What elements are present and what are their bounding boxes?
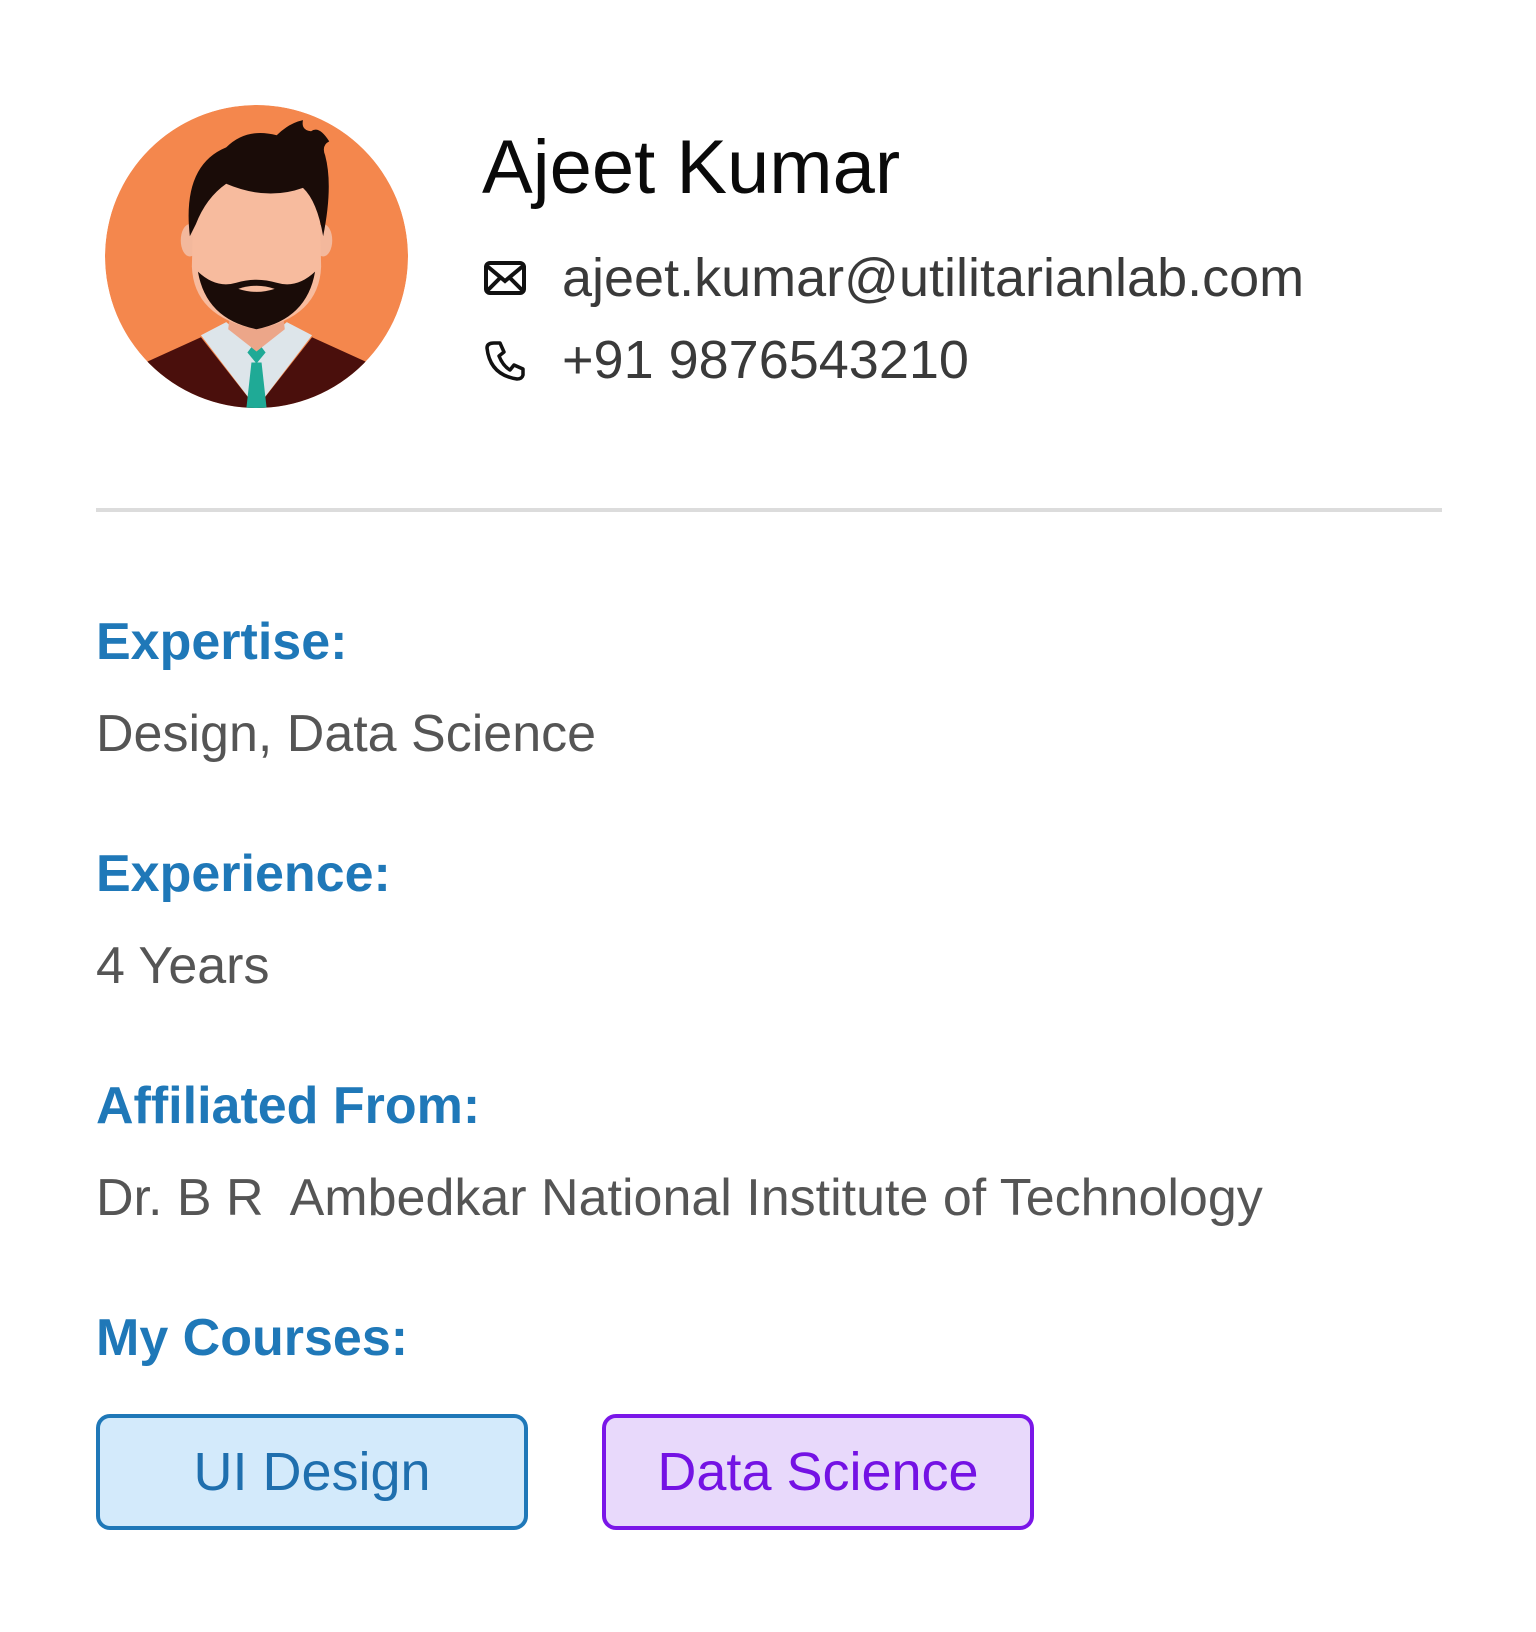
profile-card: Ajeet Kumar ajeet.kumar@utilitarianlab.c… (0, 0, 1536, 1632)
phone-link[interactable]: +91 9876543210 (562, 325, 969, 395)
divider (96, 508, 1442, 512)
envelope-icon (482, 255, 528, 301)
email-row: ajeet.kumar@utilitarianlab.com (482, 243, 1304, 313)
email-link[interactable]: ajeet.kumar@utilitarianlab.com (562, 243, 1304, 313)
expertise-value: Design, Data Science (96, 705, 597, 763)
phone-icon (482, 337, 528, 383)
course-chip-data-science[interactable]: Data Science (602, 1414, 1034, 1530)
courses-label: My Courses: (96, 1309, 409, 1367)
affiliation-value: Dr. B R Ambedkar National Institute of T… (96, 1169, 1263, 1227)
course-chip-ui-design[interactable]: UI Design (96, 1414, 528, 1530)
avatar (105, 105, 408, 408)
profile-name: Ajeet Kumar (482, 125, 901, 210)
affiliation-label: Affiliated From: (96, 1077, 481, 1135)
man-with-beard-avatar-icon (105, 105, 408, 408)
phone-row: +91 9876543210 (482, 325, 969, 395)
experience-label: Experience: (96, 845, 391, 903)
expertise-label: Expertise: (96, 613, 348, 671)
experience-value: 4 Years (96, 937, 270, 995)
